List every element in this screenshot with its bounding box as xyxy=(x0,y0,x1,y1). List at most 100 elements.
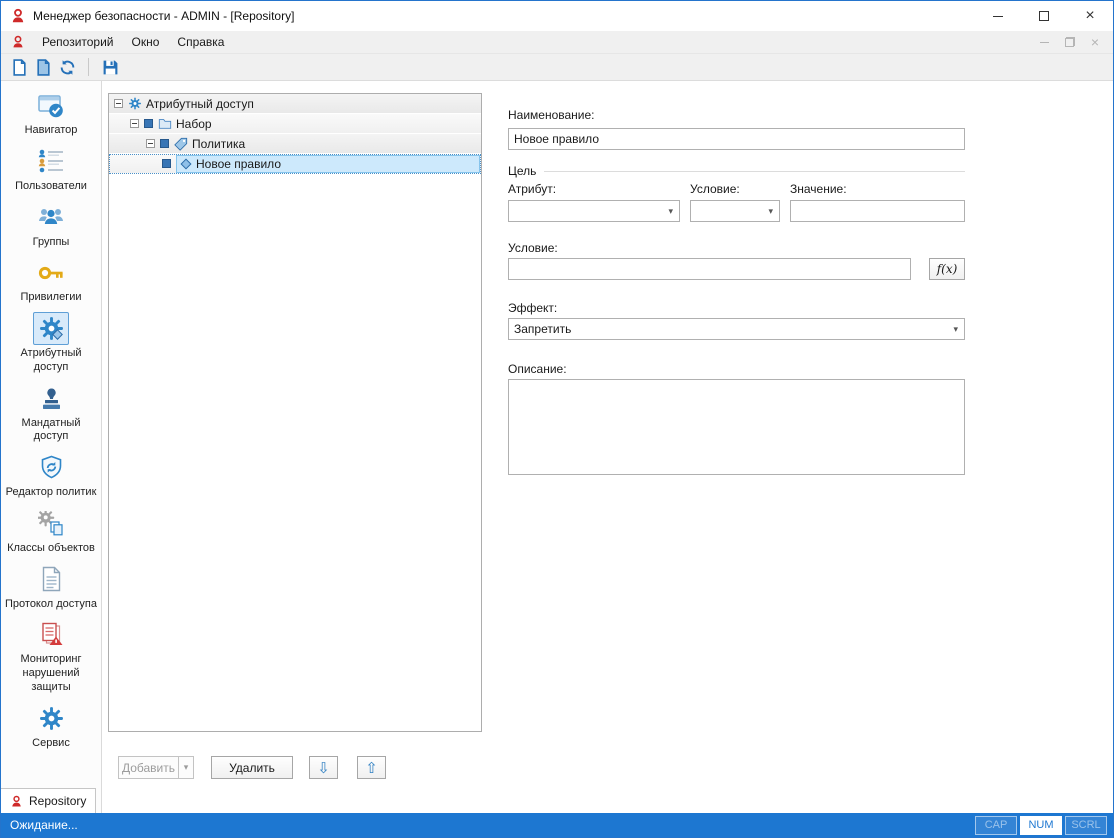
menu-help[interactable]: Справка xyxy=(168,31,233,53)
sidebar-item-label: Группы xyxy=(5,236,97,250)
delete-button[interactable]: Удалить xyxy=(211,756,293,779)
open-document-button[interactable] xyxy=(31,56,55,79)
object-classes-icon xyxy=(38,511,65,536)
sidebar: Навигатор Пользователи xyxy=(1,81,102,813)
window-title: Менеджер безопасности - ADMIN - [Reposit… xyxy=(33,9,294,23)
tree-row-policy[interactable]: Политика xyxy=(109,134,481,154)
move-up-button[interactable]: ⇧ xyxy=(357,756,386,779)
sidebar-item-label: Мониторинг нарушений защиты xyxy=(5,653,97,694)
tree-row-new-rule[interactable]: Новое правило xyxy=(109,154,481,174)
sidebar-item-label: Пользователи xyxy=(5,180,97,194)
save-icon xyxy=(102,59,119,76)
close-button[interactable]: × xyxy=(1067,1,1113,31)
add-button[interactable]: Добавить ▾ xyxy=(118,756,194,779)
menu-window[interactable]: Окно xyxy=(123,31,169,53)
new-document-button[interactable] xyxy=(7,56,31,79)
node-state-checkbox[interactable] xyxy=(162,159,171,168)
refresh-button[interactable] xyxy=(55,56,79,79)
sidebar-item-access-log[interactable]: Протокол доступа xyxy=(3,563,99,612)
violation-monitoring-icon xyxy=(38,622,65,648)
repository-tab[interactable]: Repository xyxy=(1,788,96,813)
save-button[interactable] xyxy=(98,56,122,79)
mdi-close-button[interactable]: × xyxy=(1091,35,1099,50)
key-icon xyxy=(37,260,65,286)
effect-label: Эффект: xyxy=(508,301,557,315)
app-logo-icon xyxy=(10,8,26,24)
maximize-button[interactable] xyxy=(1021,1,1067,31)
toolbar xyxy=(1,54,1113,81)
function-editor-button[interactable]: f(x) xyxy=(929,258,965,280)
sidebar-item-policy-editor[interactable]: Редактор политик xyxy=(3,451,99,500)
attribute-access-icon xyxy=(38,316,65,341)
policy-editor-icon xyxy=(38,455,65,480)
tree-row-attribute-access[interactable]: Атрибутный доступ xyxy=(109,94,481,114)
tree-node-label: Новое правило xyxy=(196,157,281,171)
description-textarea[interactable] xyxy=(508,379,965,475)
sidebar-item-label: Атрибутный доступ xyxy=(5,347,97,375)
sidebar-item-label: Навигатор xyxy=(5,124,97,138)
new-document-icon xyxy=(11,59,28,76)
tree-node-label: Набор xyxy=(176,117,212,131)
node-state-checkbox[interactable] xyxy=(144,119,153,128)
move-down-button[interactable]: ⇩ xyxy=(309,756,338,779)
tag-node-icon xyxy=(174,137,188,151)
effect-combobox[interactable]: Запретить ▾ xyxy=(508,318,965,340)
sidebar-item-mandatory-access[interactable]: Мандатный доступ xyxy=(3,382,99,445)
statusbar: Ожидание... CAP NUM SCRL xyxy=(1,813,1113,837)
sidebar-item-privileges[interactable]: Привилегии xyxy=(3,256,99,305)
menu-repository[interactable]: Репозиторий xyxy=(33,31,123,53)
value-input[interactable] xyxy=(790,200,965,222)
sidebar-item-groups[interactable]: Группы xyxy=(3,201,99,250)
target-group-header: Цель xyxy=(508,164,965,178)
condition-combobox[interactable]: ▾ xyxy=(690,200,780,222)
mdi-close-icon: × xyxy=(1091,34,1099,50)
tree-row-set[interactable]: Набор xyxy=(109,114,481,134)
minimize-button[interactable] xyxy=(975,1,1021,31)
app-window: Менеджер безопасности - ADMIN - [Reposit… xyxy=(0,0,1114,838)
move-up-icon: ⇧ xyxy=(365,759,378,777)
condition-short-label: Условие: xyxy=(690,182,740,196)
diamond-node-icon xyxy=(180,158,192,170)
condition-input[interactable] xyxy=(508,258,911,280)
collapse-icon[interactable] xyxy=(130,119,139,128)
scroll-lock-indicator: SCRL xyxy=(1065,816,1107,835)
gear-node-icon xyxy=(128,97,142,110)
menubar: Репозиторий Окно Справка × xyxy=(1,31,1113,54)
mdi-minimize-button[interactable] xyxy=(1040,42,1049,43)
chevron-down-icon: ▾ xyxy=(953,324,959,335)
group-separator-line xyxy=(544,171,965,172)
close-icon: × xyxy=(1085,8,1094,24)
sidebar-item-label: Привилегии xyxy=(5,291,97,305)
description-label: Описание: xyxy=(508,362,567,376)
sidebar-item-navigator[interactable]: Навигатор xyxy=(3,89,99,138)
mdi-child-icon xyxy=(11,35,25,49)
mdi-restore-icon xyxy=(1065,37,1075,47)
sidebar-item-users[interactable]: Пользователи xyxy=(3,145,99,194)
chevron-down-icon: ▾ xyxy=(768,206,774,217)
caps-lock-indicator: CAP xyxy=(975,816,1017,835)
node-state-checkbox[interactable] xyxy=(160,139,169,148)
refresh-icon xyxy=(59,59,76,76)
access-log-icon xyxy=(38,566,65,592)
name-input[interactable] xyxy=(508,128,965,150)
sidebar-item-label: Редактор политик xyxy=(5,486,97,500)
sidebar-item-object-classes[interactable]: Классы объектов xyxy=(3,507,99,556)
collapse-icon[interactable] xyxy=(146,139,155,148)
sidebar-item-attribute-access[interactable]: Атрибутный доступ xyxy=(3,312,99,375)
sidebar-item-violation-monitoring[interactable]: Мониторинг нарушений защиты xyxy=(3,618,99,694)
content-area: Атрибутный доступ Набор Поли xyxy=(102,81,1113,813)
value-label: Значение: xyxy=(790,182,847,196)
status-text: Ожидание... xyxy=(10,818,78,832)
mdi-restore-button[interactable] xyxy=(1065,37,1075,47)
add-dropdown-arrow-icon[interactable]: ▾ xyxy=(179,756,194,779)
service-gear-icon xyxy=(38,706,65,731)
attribute-combobox[interactable]: ▾ xyxy=(508,200,680,222)
mdi-minimize-icon xyxy=(1040,42,1049,43)
collapse-icon[interactable] xyxy=(114,99,123,108)
sidebar-item-service[interactable]: Сервис xyxy=(3,702,99,751)
sidebar-item-label: Классы объектов xyxy=(5,542,97,556)
toolbar-separator xyxy=(88,58,89,76)
sidebar-item-label: Сервис xyxy=(5,737,97,751)
tree-node-label: Атрибутный доступ xyxy=(146,97,254,111)
condition-label: Условие: xyxy=(508,241,558,255)
